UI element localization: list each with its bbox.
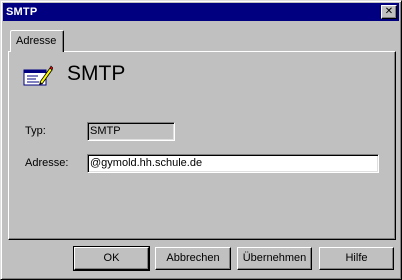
tab-adresse[interactable]: Adresse (10, 30, 64, 52)
page-title: SMTP (67, 62, 126, 85)
close-icon: ✕ (384, 6, 394, 17)
title-bar[interactable]: SMTP ✕ (3, 3, 399, 21)
close-button[interactable]: ✕ (381, 5, 397, 19)
apply-button[interactable]: Übernehmen (237, 247, 312, 270)
address-label: Adresse: (25, 157, 69, 169)
address-input[interactable]: @gymold.hh.schule.de (87, 154, 379, 173)
dialog-window: SMTP ✕ Adresse SMTP Typ: SMTP Adresse: @… (0, 0, 402, 280)
ok-button[interactable]: OK (73, 246, 150, 271)
window-title: SMTP (6, 6, 38, 18)
type-field: SMTP (87, 122, 175, 141)
address-card-pencil-icon (23, 65, 53, 86)
help-button[interactable]: Hilfe (319, 247, 394, 270)
tab-label: Adresse (16, 35, 57, 47)
type-label: Typ: (25, 125, 46, 137)
cancel-button[interactable]: Abbrechen (155, 247, 231, 270)
tab-panel: SMTP Typ: SMTP Adresse: @gymold.hh.schul… (8, 51, 396, 240)
